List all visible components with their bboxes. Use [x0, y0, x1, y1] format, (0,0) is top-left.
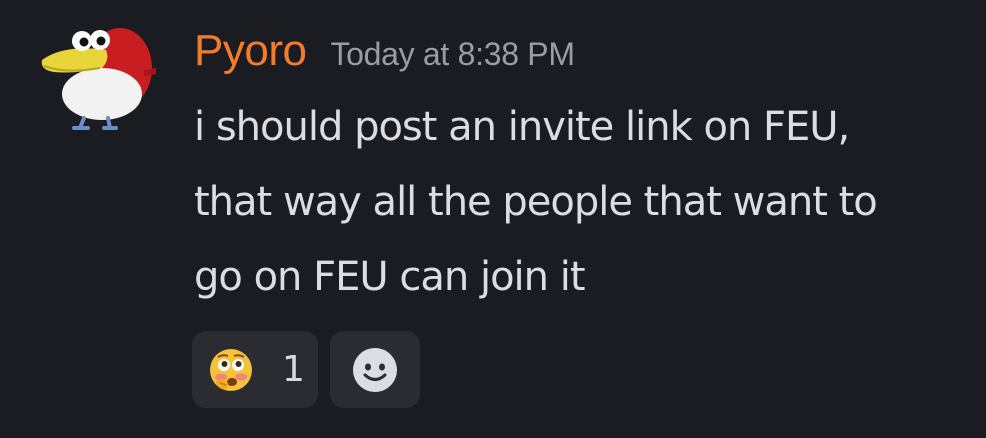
username[interactable]: Pyoro [194, 26, 307, 76]
reactions-bar: 1 [192, 331, 420, 408]
reaction-thinking-flushed[interactable]: 1 [192, 331, 318, 408]
message-line: that way all the people that want to [194, 179, 878, 225]
timestamp[interactable]: Today at 8:38 PM [330, 36, 575, 73]
message-line: i should post an invite link on FEU, [194, 104, 850, 150]
smiley-face-icon [353, 347, 397, 392]
pyoro-avatar-icon[interactable] [36, 16, 160, 136]
add-reaction-button[interactable] [330, 331, 420, 408]
thinking-flushed-face-emoji-icon [210, 348, 252, 391]
chat-message: Pyoro Today at 8:38 PM i should post an … [0, 0, 986, 438]
reaction-count: 1 [282, 349, 305, 390]
message-line: go on FEU can join it [194, 254, 586, 300]
message-header: Pyoro Today at 8:38 PM [194, 26, 575, 82]
message-content: i should post an invite link on FEU, tha… [194, 90, 984, 315]
